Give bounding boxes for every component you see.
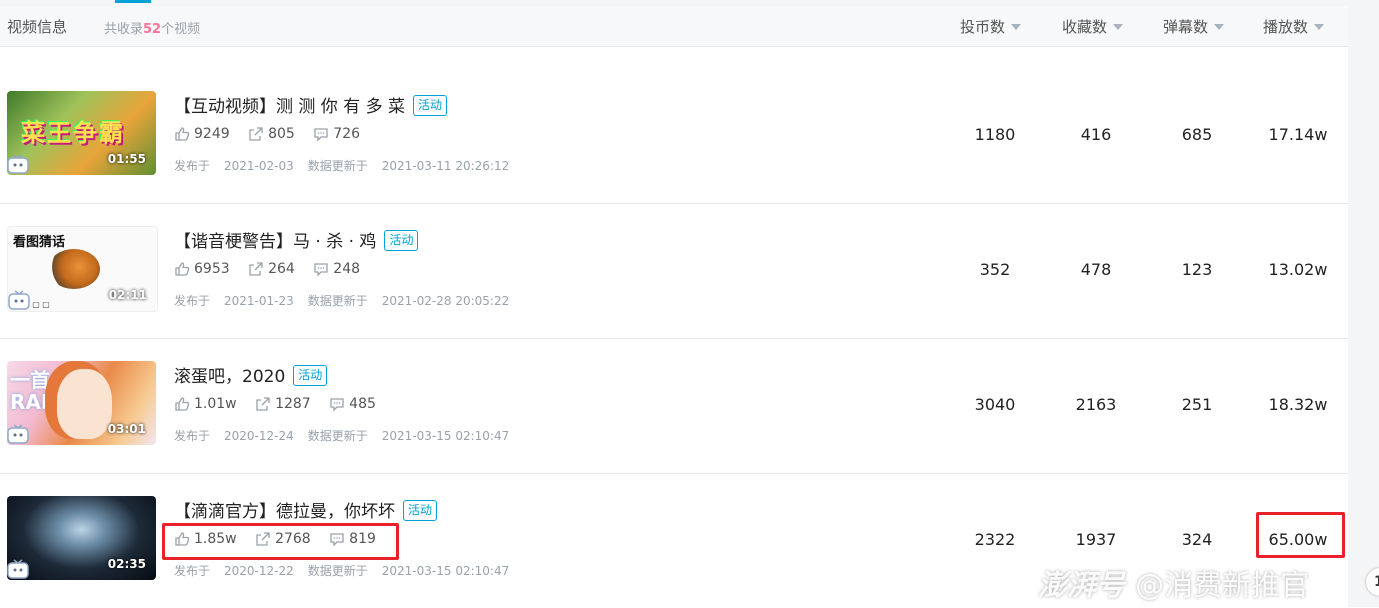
play-count: 17.14w <box>1268 125 1328 144</box>
favorite-count: 416 <box>1080 125 1112 144</box>
watermark: 澎湃号 @消费新推官 <box>1038 562 1309 604</box>
comment-icon <box>314 128 328 142</box>
comment-icon <box>330 398 344 412</box>
video-thumbnail[interactable]: 菜王争霸 01:55 <box>7 91 156 175</box>
danmaku-count: 324 <box>1181 530 1213 549</box>
tv-icon <box>7 559 29 579</box>
caret-down-icon <box>1113 24 1124 30</box>
like-count: 6953 <box>194 261 230 277</box>
thumbs-up-icon <box>175 127 190 141</box>
danmaku-count: 685 <box>1181 125 1213 144</box>
watermark-brand: 澎湃号 <box>1038 568 1126 602</box>
table-row: 菜王争霸 01:55 【互动视频】测 测 你 有 多 菜活动 9249 805 … <box>0 68 1348 204</box>
video-meta: 发布于 2021-01-23 数据更新于 2021-02-28 20:05:22 <box>174 294 510 308</box>
update-time: 2021-03-15 02:10:47 <box>381 564 510 578</box>
comment-count: 726 <box>333 126 361 142</box>
video-meta: 发布于 2021-02-03 数据更新于 2021-03-11 20:26:12 <box>174 159 510 173</box>
comment-count: 485 <box>349 396 376 412</box>
video-meta: 发布于 2020-12-22 数据更新于 2021-03-15 02:10:47 <box>174 564 510 578</box>
share-icon <box>249 127 263 141</box>
stats-highlight-box <box>162 523 399 560</box>
play-count: 13.02w <box>1268 260 1328 279</box>
table-row: 一首 RAP 03:01 滚蛋吧，2020 活动 1.01w 1287 485 发… <box>0 338 1348 474</box>
video-thumbnail[interactable]: 02:35 <box>7 496 156 580</box>
thumbnail-caption: 一首 RAP <box>10 368 56 414</box>
thumbnail-caption: 菜王争霸 <box>21 119 125 147</box>
publish-date: 2020-12-24 <box>224 429 294 443</box>
video-stats: 9249 805 726 <box>174 126 374 146</box>
caret-down-icon <box>1314 24 1325 30</box>
caret-down-icon <box>1214 24 1225 30</box>
publish-date: 2020-12-22 <box>224 564 294 578</box>
publish-date: 2021-01-23 <box>224 294 294 308</box>
favorite-count: 2163 <box>1075 395 1117 414</box>
thumbnail-caption: 看图猜话 <box>13 235 66 250</box>
video-title[interactable]: 【互动视频】测 测 你 有 多 菜活动 <box>174 92 448 117</box>
table-row: 看图猜话 ▢ ▢ ▢ ▢ 02:11 【谐音梗警告】马 · 杀 · 鸡活动 69… <box>0 203 1348 339</box>
publish-date: 2021-02-03 <box>224 159 294 173</box>
tv-icon <box>7 424 29 444</box>
video-duration: 01:55 <box>107 152 146 166</box>
update-time: 2021-03-15 02:10:47 <box>381 429 510 443</box>
coin-count: 352 <box>979 260 1011 279</box>
comment-icon <box>314 263 328 277</box>
video-thumbnail[interactable]: 看图猜话 ▢ ▢ ▢ ▢ 02:11 <box>7 226 158 312</box>
video-duration: 02:35 <box>107 557 146 571</box>
activity-tag: 活动 <box>403 500 438 521</box>
table-header: 视频信息 共收录52个视频 投币数 收藏数 弹幕数 播放数 <box>0 6 1348 47</box>
header-title: 视频信息 <box>7 18 68 36</box>
video-stats: 1.01w 1287 485 <box>174 396 390 416</box>
video-title[interactable]: 【滴滴官方】德拉曼，你坏坏 活动 <box>174 497 438 522</box>
coin-count: 1180 <box>974 125 1016 144</box>
thumbs-up-icon <box>175 262 190 276</box>
video-title[interactable]: 滚蛋吧，2020 活动 <box>174 362 328 387</box>
video-count: 共收录52个视频 <box>104 22 201 37</box>
sort-coins-header[interactable]: 投币数 <box>960 16 1022 37</box>
tv-icon <box>7 154 29 174</box>
sort-favorites-header[interactable]: 收藏数 <box>1062 16 1124 37</box>
share-icon <box>256 397 270 411</box>
sort-plays-header[interactable]: 播放数 <box>1263 16 1325 37</box>
active-tab-indicator <box>115 0 151 3</box>
video-meta: 发布于 2020-12-24 数据更新于 2021-03-15 02:10:47 <box>174 429 510 443</box>
thumbnail-face <box>57 369 112 439</box>
danmaku-count: 251 <box>1181 395 1213 414</box>
update-time: 2021-03-11 20:26:12 <box>381 159 510 173</box>
play-count: 18.32w <box>1268 395 1328 414</box>
activity-tag: 活动 <box>413 95 448 116</box>
sort-danmaku-header[interactable]: 弹幕数 <box>1163 16 1225 37</box>
coin-count: 2322 <box>974 530 1016 549</box>
comment-count: 248 <box>333 261 361 277</box>
coin-count: 3040 <box>974 395 1016 414</box>
share-count: 805 <box>268 126 295 142</box>
like-count: 1.01w <box>194 396 237 412</box>
video-duration: 03:01 <box>107 422 146 436</box>
share-count: 264 <box>268 261 295 277</box>
favorite-count: 1937 <box>1075 530 1117 549</box>
caret-down-icon <box>1011 24 1022 30</box>
page-margin <box>1348 6 1379 607</box>
video-stats: 6953 264 248 <box>174 261 374 281</box>
thumbs-up-icon <box>175 397 190 411</box>
plays-highlight-box <box>1256 512 1345 558</box>
watermark-account: @消费新推官 <box>1135 568 1310 602</box>
activity-tag: 活动 <box>384 230 419 251</box>
update-time: 2021-02-28 20:05:22 <box>381 294 510 308</box>
thumbnail-art <box>48 249 100 289</box>
tv-icon <box>8 290 30 310</box>
share-icon <box>249 262 263 276</box>
video-list-panel: 视频信息 共收录52个视频 投币数 收藏数 弹幕数 播放数 菜王争霸 01:55… <box>0 6 1348 607</box>
video-title[interactable]: 【谐音梗警告】马 · 杀 · 鸡活动 <box>174 227 419 252</box>
favorite-count: 478 <box>1080 260 1112 279</box>
like-count: 9249 <box>194 126 230 142</box>
activity-tag: 活动 <box>293 365 328 386</box>
video-thumbnail[interactable]: 一首 RAP 03:01 <box>7 361 156 445</box>
video-duration: 02:11 <box>108 288 147 302</box>
share-count: 1287 <box>275 396 311 412</box>
danmaku-count: 123 <box>1181 260 1213 279</box>
